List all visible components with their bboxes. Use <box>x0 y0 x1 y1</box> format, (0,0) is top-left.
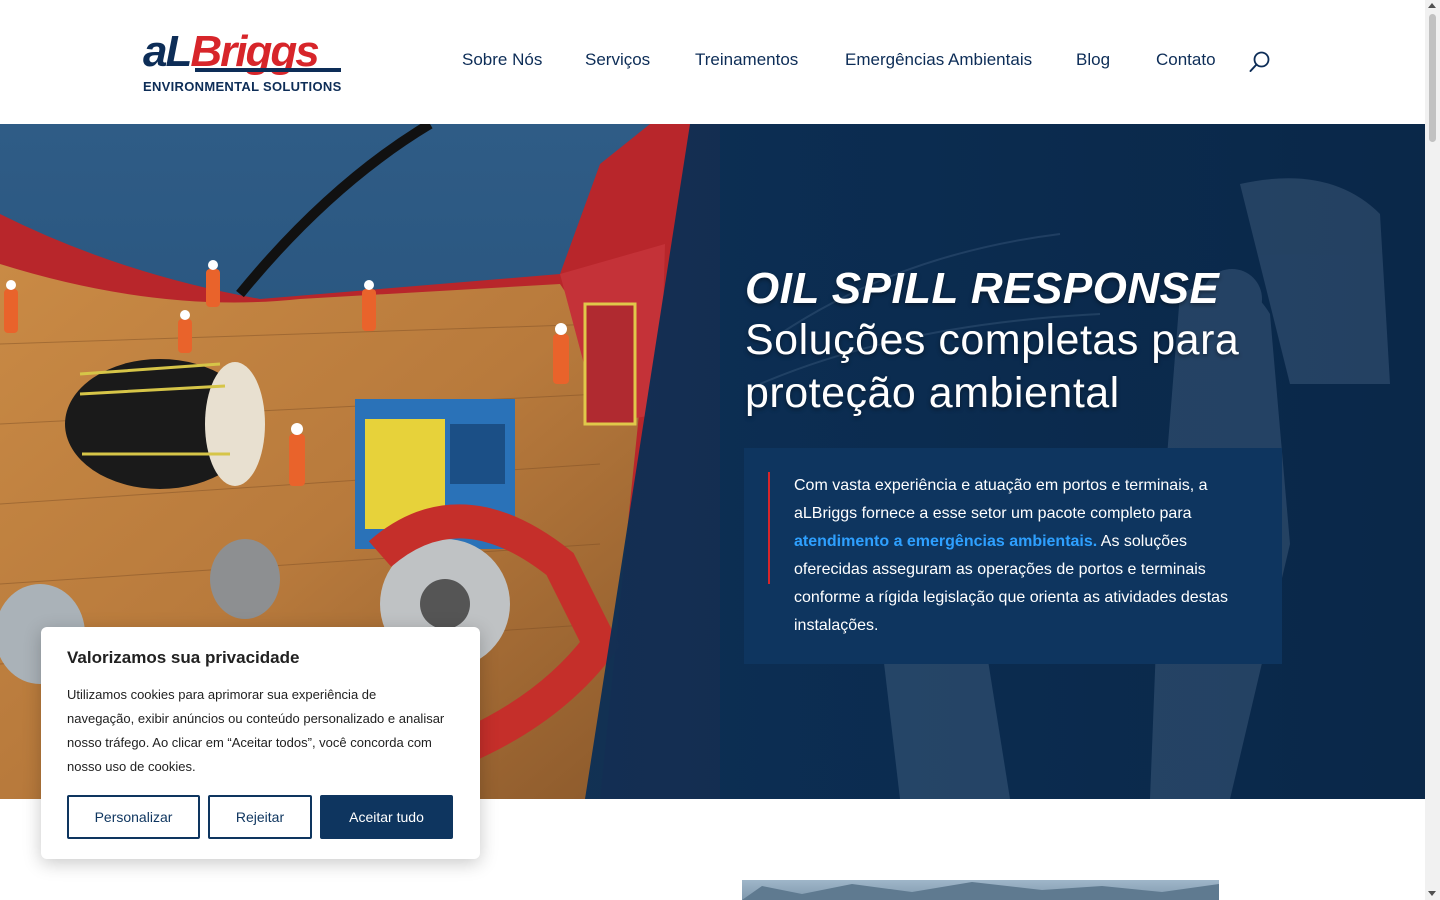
site-header: aLBriggs ENVIRONMENTAL SOLUTIONS Sobre N… <box>0 0 1425 124</box>
hero-subtitle-line-1: Soluções completas para <box>745 316 1240 364</box>
nav-item-treinamentos[interactable]: Treinamentos <box>695 50 798 70</box>
hero-description-text-start: Com vasta experiência e atuação em porto… <box>794 477 1208 522</box>
section-image <box>742 880 1219 900</box>
reject-button[interactable]: Rejeitar <box>208 795 312 839</box>
logo-tagline: ENVIRONMENTAL SOLUTIONS <box>143 79 342 94</box>
scroll-down-arrow-icon[interactable] <box>1428 891 1436 896</box>
hero-subtitle-line-2: proteção ambiental <box>745 369 1120 417</box>
hero-description: Com vasta experiência e atuação em porto… <box>794 472 1254 640</box>
nav-item-emergencias-ambientais[interactable]: Emergências Ambientais <box>845 50 1032 70</box>
cookie-title: Valorizamos sua privacidade <box>67 648 300 667</box>
page: aLBriggs ENVIRONMENTAL SOLUTIONS Sobre N… <box>0 0 1440 900</box>
search-icon[interactable] <box>1249 51 1271 73</box>
customize-button[interactable]: Personalizar <box>67 795 200 839</box>
emergencias-ambientais-link[interactable]: atendimento a emergências ambientais. <box>794 533 1097 550</box>
hero-heading: OIL SPILL RESPONSE Soluções completas pa… <box>745 264 1385 420</box>
nav-item-servicos[interactable]: Serviços <box>585 50 650 70</box>
scroll-up-arrow-icon[interactable] <box>1428 3 1436 8</box>
hero-description-box: Com vasta experiência e atuação em porto… <box>744 448 1282 664</box>
hero-description-accent-bar <box>768 472 770 584</box>
cookie-consent-banner: Valorizamos sua privacidade Utilizamos c… <box>41 627 480 859</box>
hero-title: OIL SPILL RESPONSE <box>745 264 1220 313</box>
nav-item-blog[interactable]: Blog <box>1076 50 1110 70</box>
nav-item-contato[interactable]: Contato <box>1156 50 1216 70</box>
nav-item-sobre-nos[interactable]: Sobre Nós <box>462 50 542 70</box>
page-scrollbar[interactable] <box>1425 0 1440 900</box>
cookie-text: Utilizamos cookies para aprimorar sua ex… <box>67 687 445 774</box>
accept-all-button[interactable]: Aceitar tudo <box>320 795 453 839</box>
main-nav: Sobre Nós Serviços Treinamentos Emergênc… <box>0 50 1425 74</box>
scrollbar-thumb[interactable] <box>1429 14 1436 142</box>
